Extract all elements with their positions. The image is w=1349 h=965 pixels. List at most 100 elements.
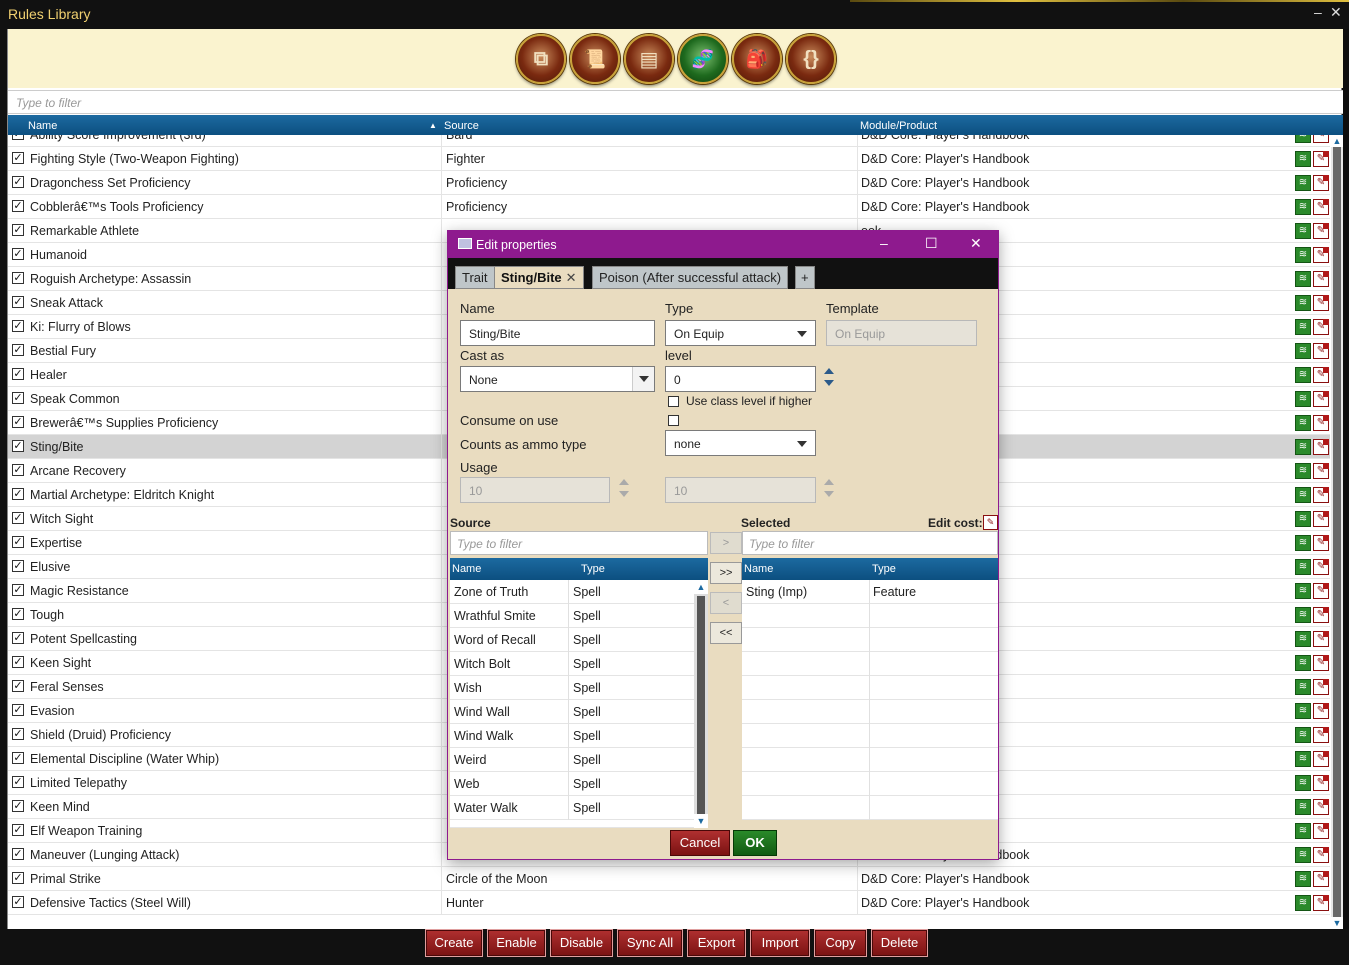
- enabled-checkbox[interactable]: ✓: [12, 344, 24, 356]
- sync-wifi-icon[interactable]: ≋: [1295, 487, 1311, 503]
- edit-icon[interactable]: ✎: [1313, 775, 1329, 791]
- consume-on-use-checkbox[interactable]: [668, 415, 679, 426]
- enabled-checkbox[interactable]: ✓: [12, 752, 24, 764]
- type-select[interactable]: On Equip: [665, 320, 816, 346]
- scroll-down-icon[interactable]: ▼: [694, 814, 708, 828]
- cancel-button[interactable]: Cancel: [670, 830, 730, 856]
- sync-wifi-icon[interactable]: ≋: [1295, 415, 1311, 431]
- move-right-button[interactable]: >: [710, 532, 742, 554]
- sheet-tool-button[interactable]: ▤: [624, 34, 674, 84]
- sync-wifi-icon[interactable]: ≋: [1295, 607, 1311, 623]
- source-col-type[interactable]: Type: [581, 563, 605, 575]
- edit-icon[interactable]: ✎: [1313, 799, 1329, 815]
- enabled-checkbox[interactable]: ✓: [12, 440, 24, 452]
- list-item[interactable]: Zone of Truth Spell: [450, 580, 694, 604]
- use-class-level-checkbox[interactable]: [668, 396, 679, 407]
- enabled-checkbox[interactable]: ✓: [12, 536, 24, 548]
- sync-wifi-icon[interactable]: ≋: [1295, 823, 1311, 839]
- enabled-checkbox[interactable]: ✓: [12, 392, 24, 404]
- sync-wifi-icon[interactable]: ≋: [1295, 895, 1311, 911]
- level-stepper[interactable]: [824, 368, 834, 390]
- edit-icon[interactable]: ✎: [1313, 199, 1329, 215]
- export-button[interactable]: Export: [687, 929, 746, 957]
- sync-all-button[interactable]: Sync All: [617, 929, 683, 957]
- enabled-checkbox[interactable]: ✓: [12, 632, 24, 644]
- enabled-checkbox[interactable]: ✓: [12, 488, 24, 500]
- list-item[interactable]: Wind Wall Spell: [450, 700, 694, 724]
- table-row[interactable]: ✓ Fighting Style (Two-Weapon Fighting) Fig…: [8, 147, 1330, 171]
- delete-button[interactable]: Delete: [871, 929, 928, 957]
- minimize-button[interactable]: –: [1314, 4, 1322, 20]
- edit-icon[interactable]: ✎: [1313, 511, 1329, 527]
- selected-col-type[interactable]: Type: [872, 563, 896, 575]
- edit-icon[interactable]: ✎: [1313, 319, 1329, 335]
- scroll-up-icon[interactable]: ▲: [694, 580, 708, 594]
- enabled-checkbox[interactable]: ✓: [12, 176, 24, 188]
- enabled-checkbox[interactable]: ✓: [12, 824, 24, 836]
- table-row[interactable]: ✓ Primal Strike Circle of the Moon D&D Core…: [8, 867, 1330, 891]
- enabled-checkbox[interactable]: ✓: [12, 368, 24, 380]
- edit-icon[interactable]: ✎: [1313, 535, 1329, 551]
- enabled-checkbox[interactable]: ✓: [12, 656, 24, 668]
- move-all-left-button[interactable]: <<: [710, 622, 742, 644]
- enabled-checkbox[interactable]: ✓: [12, 512, 24, 524]
- sync-wifi-icon[interactable]: ≋: [1295, 295, 1311, 311]
- backpack-tool-button[interactable]: 🎒: [732, 34, 782, 84]
- scroll-tool-button[interactable]: 📜: [570, 34, 620, 84]
- table-scrollbar[interactable]: ▲ ▼: [1331, 135, 1343, 929]
- sync-wifi-icon[interactable]: ≋: [1295, 535, 1311, 551]
- edit-icon[interactable]: ✎: [1313, 343, 1329, 359]
- edit-icon[interactable]: ✎: [1313, 823, 1329, 839]
- code-tool-button[interactable]: {}: [786, 34, 836, 84]
- sync-wifi-icon[interactable]: ≋: [1295, 319, 1311, 335]
- source-col-name[interactable]: Name: [452, 563, 481, 575]
- edit-icon[interactable]: ✎: [1313, 679, 1329, 695]
- edit-icon[interactable]: ✎: [1313, 151, 1329, 167]
- sync-wifi-icon[interactable]: ≋: [1295, 631, 1311, 647]
- enabled-checkbox[interactable]: ✓: [12, 416, 24, 428]
- edit-cost-icon[interactable]: ✎: [983, 515, 998, 530]
- edit-icon[interactable]: ✎: [1313, 847, 1329, 863]
- table-row[interactable]: ✓ Ability Score Improvement (3rd) Bard D&D …: [8, 135, 1330, 147]
- sync-wifi-icon[interactable]: ≋: [1295, 439, 1311, 455]
- sync-wifi-icon[interactable]: ≋: [1295, 799, 1311, 815]
- list-item[interactable]: Water Walk Spell: [450, 796, 694, 820]
- list-item[interactable]: Wrathful Smite Spell: [450, 604, 694, 628]
- enabled-checkbox[interactable]: ✓: [12, 152, 24, 164]
- sync-wifi-icon[interactable]: ≋: [1295, 271, 1311, 287]
- edit-icon[interactable]: ✎: [1313, 415, 1329, 431]
- table-row[interactable]: ✓ Dragonchess Set Proficiency Proficiency D…: [8, 171, 1330, 195]
- enabled-checkbox[interactable]: ✓: [12, 704, 24, 716]
- column-header-name[interactable]: Name: [28, 120, 57, 132]
- enabled-checkbox[interactable]: ✓: [12, 776, 24, 788]
- sync-wifi-icon[interactable]: ≋: [1295, 559, 1311, 575]
- table-row[interactable]: ✓ Defensive Tactics (Steel Will) Hunter D&D…: [8, 891, 1330, 915]
- sync-wifi-icon[interactable]: ≋: [1295, 775, 1311, 791]
- enabled-checkbox[interactable]: ✓: [12, 248, 24, 260]
- source-filter-input[interactable]: Type to filter: [450, 531, 708, 555]
- edit-icon[interactable]: ✎: [1313, 391, 1329, 407]
- sync-wifi-icon[interactable]: ≋: [1295, 679, 1311, 695]
- edit-icon[interactable]: ✎: [1313, 703, 1329, 719]
- sync-wifi-icon[interactable]: ≋: [1295, 583, 1311, 599]
- enabled-checkbox[interactable]: ✓: [12, 560, 24, 572]
- list-item[interactable]: Word of Recall Spell: [450, 628, 694, 652]
- ammo-type-select[interactable]: none: [665, 430, 816, 456]
- edit-icon[interactable]: ✎: [1313, 895, 1329, 911]
- sync-wifi-icon[interactable]: ≋: [1295, 511, 1311, 527]
- dialog-close-button[interactable]: ✕: [970, 235, 982, 252]
- tab-sting-bite[interactable]: Sting/Bite ✕: [494, 266, 584, 289]
- list-item[interactable]: Witch Bolt Spell: [450, 652, 694, 676]
- edit-icon[interactable]: ✎: [1313, 583, 1329, 599]
- edit-icon[interactable]: ✎: [1313, 487, 1329, 503]
- column-header-source[interactable]: Source: [444, 120, 479, 132]
- sync-wifi-icon[interactable]: ≋: [1295, 871, 1311, 887]
- scroll-thumb[interactable]: [1333, 147, 1341, 917]
- disable-button[interactable]: Disable: [550, 929, 613, 957]
- sync-wifi-icon[interactable]: ≋: [1295, 343, 1311, 359]
- sync-wifi-icon[interactable]: ≋: [1295, 847, 1311, 863]
- scroll-up-icon[interactable]: ▲: [1331, 135, 1343, 147]
- tab-poison[interactable]: Poison (After successful attack): [592, 266, 789, 289]
- enabled-checkbox[interactable]: ✓: [12, 320, 24, 332]
- sync-wifi-icon[interactable]: ≋: [1295, 175, 1311, 191]
